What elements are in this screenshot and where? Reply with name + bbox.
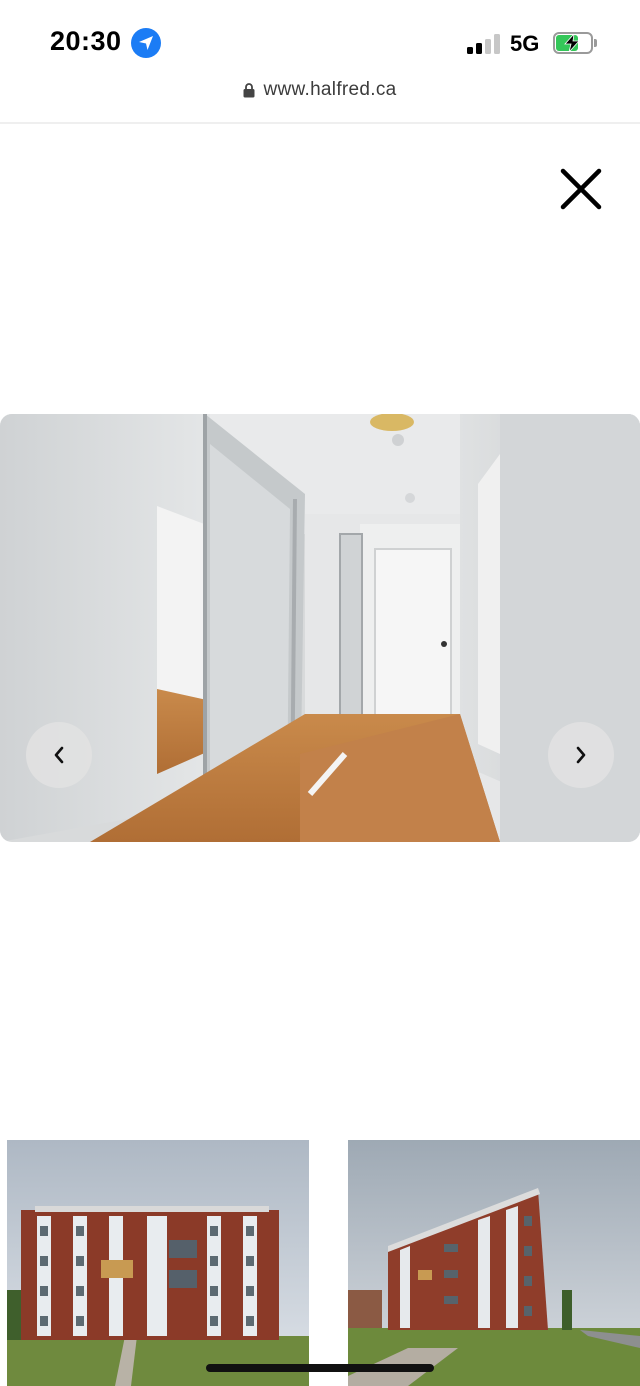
chevron-right-icon	[576, 746, 586, 764]
close-icon	[560, 168, 602, 210]
lock-icon	[243, 82, 255, 97]
location-arrow-icon	[131, 28, 161, 58]
close-button[interactable]	[556, 164, 606, 214]
address-bar[interactable]: www.halfred.ca	[0, 74, 640, 106]
battery-charging-icon	[553, 32, 597, 54]
building-side-photo[interactable]	[348, 1140, 640, 1386]
home-indicator[interactable]	[206, 1364, 434, 1372]
apartment-hallway-photo[interactable]	[0, 414, 640, 842]
building-front-photo[interactable]	[7, 1140, 309, 1386]
network-type: 5G	[510, 31, 540, 56]
status-time: 20:30	[50, 26, 122, 56]
toolbar-divider	[0, 122, 640, 124]
previous-photo-button[interactable]	[26, 722, 92, 788]
cellular-signal-icon	[467, 34, 501, 54]
url-text: www.halfred.ca	[263, 79, 397, 100]
next-photo-button[interactable]	[548, 722, 614, 788]
chevron-left-icon	[54, 746, 64, 764]
status-bar: 20:30 5G	[0, 0, 640, 70]
